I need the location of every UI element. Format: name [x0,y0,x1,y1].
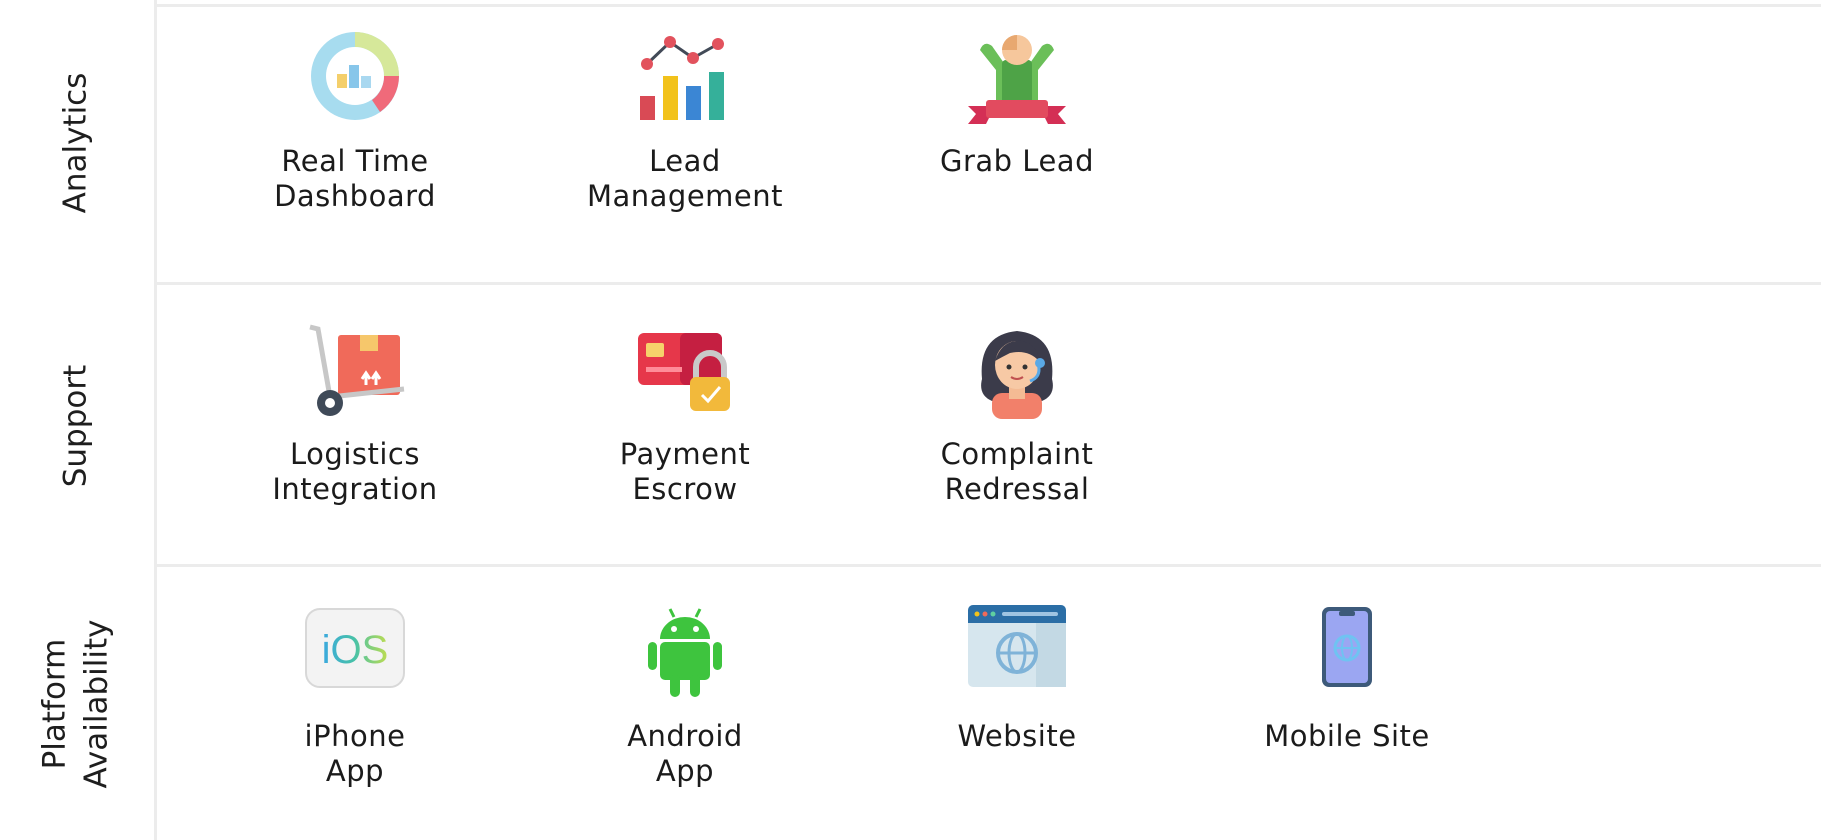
feature-label: Logistics Integration [272,437,438,506]
feature-complaint-redressal[interactable]: Complaint Redressal [887,323,1147,507]
feature-label: Real Time Dashboard [274,144,436,213]
section-title: Platform Availability [0,567,150,840]
feature-logistics-integration[interactable]: Logistics Integration [225,323,485,507]
section-analytics: Analytics Real Time Dashboard Lead Manag… [0,0,1821,285]
feature-payment-escrow[interactable]: Payment Escrow [555,323,815,507]
feature-label: Lead Management [586,144,784,213]
browser-globe-icon [968,605,1066,687]
section-platform-availability: Platform Availability iOS iPhone App And… [0,567,1821,840]
section-title-text: Platform Availability [36,619,115,788]
section-title-text: Support [56,364,93,488]
bar-line-chart-icon [640,36,724,120]
feature-mobile-site[interactable]: Mobile Site [1217,605,1477,754]
hand-truck-box-icon [309,324,405,416]
dashboard-gauge-icon [311,32,399,120]
feature-website[interactable]: Website [887,605,1147,754]
feature-label: Website [957,719,1077,753]
feature-label: Android App [627,719,743,788]
android-icon [648,608,722,697]
feature-iphone-app[interactable]: iOS iPhone App [225,605,485,789]
feature-label: Grab Lead [940,144,1094,178]
features-grid: Analytics Real Time Dashboard Lead Manag… [0,0,1821,840]
mobile-globe-icon [1322,607,1372,687]
card-lock-icon [638,333,730,411]
ios-text: iOS [322,628,389,672]
feature-real-time-dashboard[interactable]: Real Time Dashboard [225,30,485,214]
feature-android-app[interactable]: Android App [555,605,815,789]
feature-label: Complaint Redressal [940,437,1094,506]
section-title-text: Analytics [57,72,93,213]
feature-grab-lead[interactable]: Grab Lead [887,30,1147,179]
feature-label: iPhone App [304,719,406,788]
winner-ribbon-icon [968,35,1066,124]
feature-label: Mobile Site [1264,719,1430,753]
ios-icon: iOS [305,608,405,688]
support-agent-icon [981,331,1053,419]
feature-lead-management[interactable]: Lead Management [555,30,815,214]
feature-label: Payment Escrow [619,437,751,506]
section-support: Support Logistics Integration Payment Es… [0,285,1821,567]
section-title: Support [0,285,150,567]
section-title: Analytics [0,0,150,285]
